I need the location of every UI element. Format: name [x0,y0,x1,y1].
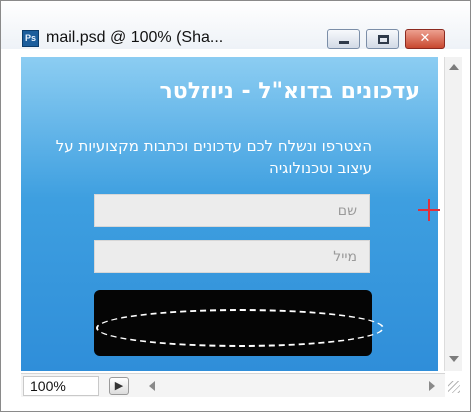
resize-grip-icon[interactable] [448,381,460,393]
scroll-down-icon[interactable] [449,356,459,362]
newsletter-description: הצטרפו ונשלח לכם עדכונים וכתבות מקצועיות… [55,137,372,177]
maximize-button[interactable] [366,29,399,49]
zoom-level-field[interactable]: 100% [23,376,99,396]
email-field[interactable] [94,240,370,273]
elliptical-selection-marquee [96,309,384,347]
maximize-icon [378,35,389,44]
close-icon: ✕ [419,31,431,46]
minimize-button[interactable] [327,29,360,49]
minimize-icon [339,41,349,44]
vertical-scrollbar[interactable] [444,57,462,371]
document-canvas[interactable]: עדכונים בדוא"ל - ניוזלטר הצטרפו ונשלח לכ… [21,57,440,371]
submit-button-shape[interactable] [94,290,384,356]
crosshair-cursor-icon [418,199,440,221]
photoshop-document-window: Ps mail.psd @ 100% (Sha... ✕ עדכונים בדו… [0,0,471,412]
close-button[interactable]: ✕ [405,29,445,49]
title-bar[interactable]: Ps mail.psd @ 100% (Sha... ✕ [1,1,470,49]
window-title: mail.psd @ 100% (Sha... [46,29,224,46]
scroll-right-icon[interactable] [429,381,435,391]
scroll-left-icon[interactable] [149,381,155,391]
status-bar: 100% ▶ [21,373,445,397]
newsletter-heading: עדכונים בדוא"ל - ניוזלטר [159,79,420,104]
photoshop-icon: Ps [22,30,39,47]
scroll-up-icon[interactable] [449,64,459,70]
name-field[interactable] [94,194,370,227]
status-menu-button[interactable]: ▶ [109,377,129,395]
